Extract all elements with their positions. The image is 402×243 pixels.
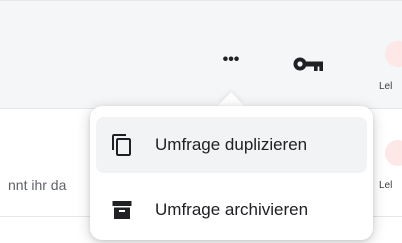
survey-options-menu: Umfrage duplizieren Umfrage archivieren: [90, 106, 373, 240]
survey-toolbar-row: ••• Lel: [0, 0, 402, 109]
duplicate-icon: [110, 133, 134, 157]
duplicate-survey-label: Umfrage duplizieren: [155, 135, 308, 154]
row-text-snippet: nnt ihr da: [8, 177, 67, 193]
archive-icon: [110, 198, 134, 222]
access-key-button[interactable]: [287, 49, 331, 79]
avatar: [385, 41, 402, 67]
more-dots-icon: •••: [222, 51, 240, 68]
user-label: Lel: [379, 180, 393, 191]
key-icon: [293, 57, 323, 71]
more-options-button[interactable]: •••: [211, 49, 251, 77]
user-label: Lel: [379, 81, 393, 92]
archive-survey-label: Umfrage archivieren: [155, 200, 309, 219]
archive-survey-menu-item[interactable]: Umfrage archivieren: [96, 182, 367, 238]
duplicate-survey-menu-item[interactable]: Umfrage duplizieren: [96, 117, 367, 173]
